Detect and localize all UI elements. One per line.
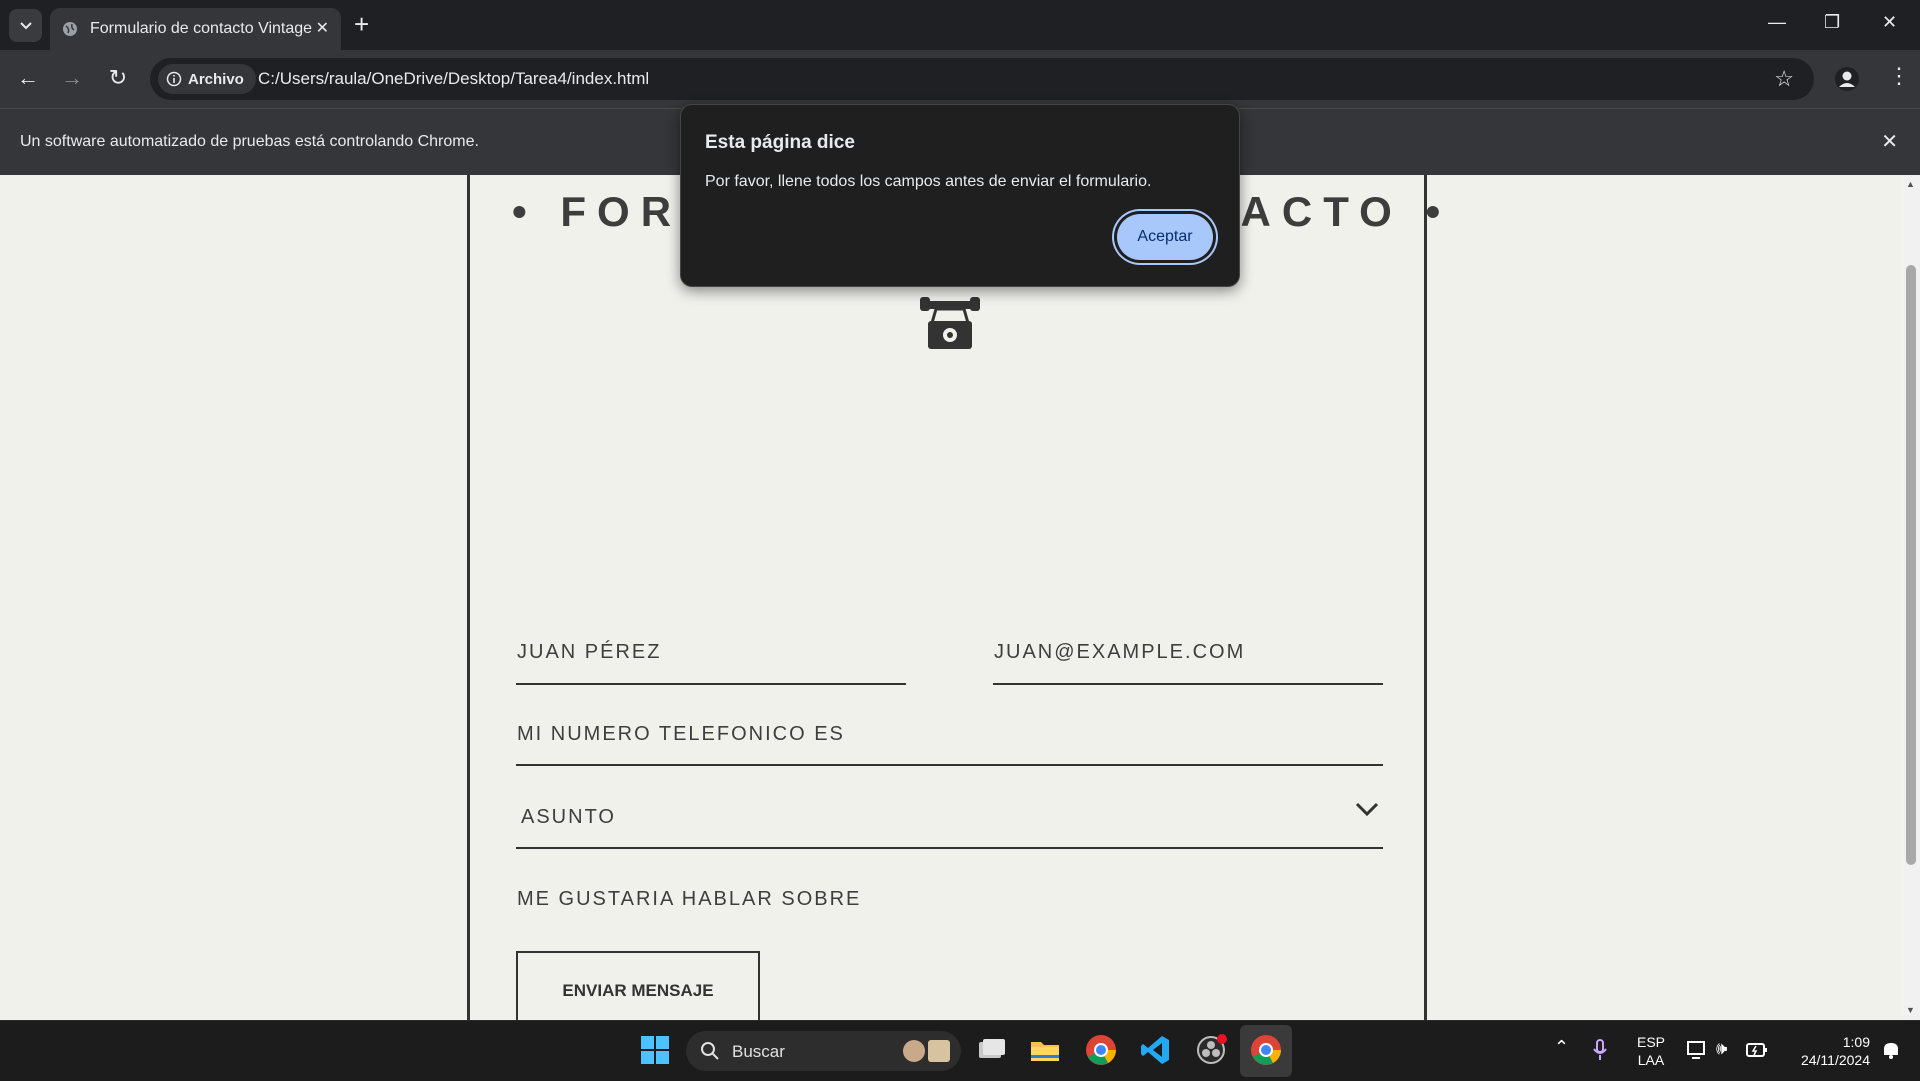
battery-icon[interactable] — [1746, 1042, 1768, 1058]
submit-button[interactable]: ENVIAR MENSAJE — [516, 951, 760, 1020]
close-tab-icon[interactable]: ✕ — [316, 18, 329, 38]
email-field[interactable]: JUAN@EXAMPLE.COM — [993, 623, 1383, 685]
chrome-icon[interactable] — [1084, 1033, 1118, 1067]
accept-button[interactable]: Aceptar — [1117, 214, 1213, 260]
search-highlight-icon — [903, 1040, 950, 1062]
infobar-close-icon[interactable]: ✕ — [1881, 129, 1898, 154]
clock-time: 1:09 — [1842, 1034, 1870, 1050]
infobar-message: Un software automatizado de pruebas está… — [20, 133, 479, 150]
windows-taskbar: Buscar ⌃ ESP LAA 🕪 1:09 24/11/2024 — [0, 1020, 1920, 1081]
chevron-down-icon — [19, 21, 32, 29]
vscode-icon[interactable] — [1138, 1033, 1172, 1067]
new-tab-icon[interactable]: + — [354, 10, 369, 38]
obs-icon[interactable] — [1194, 1033, 1228, 1067]
page-viewport: • FORMULARIO DE CONTACTO • JUAN PÉREZ JU… — [0, 175, 1902, 1020]
clock[interactable]: 1:09 24/11/2024 — [1782, 1033, 1870, 1069]
message-placeholder: ME GUSTARIA HABLAR SOBRE — [517, 888, 862, 910]
contact-form-panel: • FORMULARIO DE CONTACTO • JUAN PÉREZ JU… — [467, 175, 1440, 1020]
back-icon[interactable]: ← — [16, 66, 40, 90]
dialog-message: Por favor, llene todos los campos antes … — [705, 173, 1152, 190]
profile-icon[interactable] — [1834, 66, 1860, 92]
chevron-up-icon[interactable]: ⌃ — [1554, 1037, 1569, 1058]
windows-start-icon[interactable] — [638, 1033, 672, 1067]
tab-title: Formulario de contacto Vintage — [90, 20, 313, 37]
minimize-icon[interactable]: — — [1768, 12, 1786, 33]
active-tab[interactable]: Formulario de contacto Vintage ✕ — [50, 8, 341, 50]
scroll-down-icon[interactable]: ▼ — [1906, 1005, 1915, 1015]
clock-date: 24/11/2024 — [1800, 1052, 1870, 1068]
notifications-bell-icon[interactable] — [1880, 1039, 1902, 1061]
forward-icon[interactable]: → — [60, 66, 84, 90]
language-indicator[interactable]: ESP LAA — [1634, 1033, 1668, 1069]
restore-icon[interactable]: ❐ — [1824, 12, 1840, 33]
site-info-label: Archivo — [188, 70, 244, 88]
search-icon — [701, 1042, 719, 1060]
menu-kebab-icon[interactable]: ⋮ — [1888, 64, 1910, 88]
taskbar-search[interactable]: Buscar — [686, 1031, 961, 1071]
name-field[interactable]: JUAN PÉREZ — [516, 623, 906, 685]
url-text[interactable]: C:/Users/raula/OneDrive/Desktop/Tarea4/i… — [258, 69, 649, 89]
globe-icon — [63, 22, 77, 36]
phone-placeholder: MI NUMERO TELEFONICO ES — [517, 723, 845, 745]
subject-placeholder: ASUNTO — [521, 806, 616, 828]
tab-search-button[interactable] — [9, 9, 42, 42]
page-scrollbar[interactable]: ▲ ▼ — [1902, 175, 1920, 1020]
scroll-thumb[interactable] — [1906, 265, 1916, 865]
reload-icon[interactable]: ↻ — [106, 66, 130, 90]
volume-icon[interactable]: 🕪 — [1716, 1038, 1727, 1059]
scroll-up-icon[interactable]: ▲ — [1906, 179, 1915, 189]
name-placeholder: JUAN PÉREZ — [517, 641, 662, 663]
address-bar[interactable]: Archivo C:/Users/raula/OneDrive/Desktop/… — [150, 58, 1814, 100]
close-window-icon[interactable]: ✕ — [1882, 12, 1897, 33]
task-view-icon[interactable] — [974, 1033, 1008, 1067]
network-icon[interactable] — [1686, 1040, 1708, 1060]
bookmark-star-icon[interactable]: ☆ — [1774, 66, 1794, 92]
browser-toolbar: ← → ↻ Archivo C:/Users/raula/OneDrive/De… — [0, 50, 1920, 108]
language-code: ESP — [1636, 1034, 1665, 1050]
alert-dialog: Esta página dice Por favor, llene todos … — [680, 104, 1240, 287]
site-info-chip[interactable]: Archivo — [158, 64, 256, 94]
file-explorer-icon[interactable] — [1028, 1033, 1062, 1067]
chrome-active-icon[interactable] — [1249, 1033, 1283, 1067]
vintage-telephone-icon — [920, 297, 980, 349]
keyboard-layout: LAA — [1637, 1052, 1665, 1068]
search-label: Buscar — [732, 1042, 785, 1061]
info-icon — [166, 71, 182, 87]
email-placeholder: JUAN@EXAMPLE.COM — [994, 641, 1246, 663]
phone-field[interactable]: MI NUMERO TELEFONICO ES — [516, 705, 1383, 766]
subject-select[interactable]: ASUNTO — [516, 787, 1383, 849]
chevron-down-icon — [1355, 802, 1379, 817]
dialog-title: Esta página dice — [705, 132, 855, 153]
microphone-icon[interactable] — [1592, 1039, 1608, 1061]
tab-strip: Formulario de contacto Vintage ✕ + — ❐ ✕ — [0, 0, 1920, 50]
